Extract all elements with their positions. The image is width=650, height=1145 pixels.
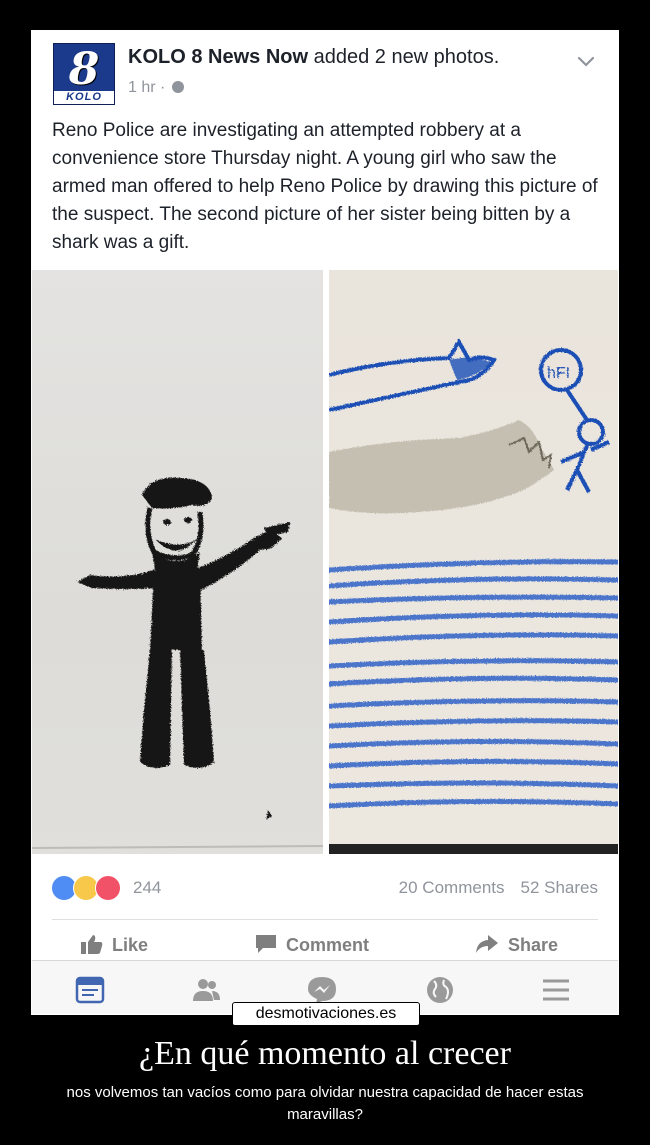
- caption-title: ¿En qué momento al crecer: [139, 1035, 511, 1072]
- drawing-label-text: hFI: [547, 365, 570, 382]
- share-arrow-icon: [476, 935, 498, 953]
- reaction-count[interactable]: 244: [133, 878, 161, 898]
- share-label: Share: [508, 935, 559, 955]
- comment-bubble-icon: [256, 935, 276, 953]
- shares-count-link[interactable]: 52 Shares: [521, 878, 599, 897]
- time-text[interactable]: 1 hr: [128, 79, 156, 96]
- site-watermark[interactable]: desmotivaciones.es: [232, 1002, 420, 1026]
- love-reaction-icon: [95, 875, 121, 901]
- suspect-drawing-image: [32, 477, 323, 849]
- globe-privacy-icon: [171, 81, 184, 93]
- post-timestamp: 1 hr ·: [128, 79, 184, 97]
- menu-icon[interactable]: [540, 975, 572, 1005]
- suspect-drawing-photo[interactable]: [32, 270, 323, 854]
- like-button[interactable]: Like: [80, 933, 148, 956]
- share-button[interactable]: Share: [474, 933, 558, 956]
- time-separator: ·: [155, 79, 170, 96]
- post-author-line: KOLO 8 News Now added 2 new photos.: [128, 46, 499, 69]
- kolo-8-logo[interactable]: 8 KOLO: [53, 43, 115, 105]
- reaction-icons[interactable]: [51, 875, 123, 901]
- post-body-text: Reno Police are investigating an attempt…: [52, 120, 598, 253]
- chevron-down-icon[interactable]: [576, 51, 596, 71]
- comment-button[interactable]: Comment: [254, 933, 369, 956]
- post-header: 8 KOLO KOLO 8 News Now added 2 new photo…: [32, 31, 618, 116]
- comments-count-link[interactable]: 20 Comments: [399, 878, 505, 897]
- page-name-link[interactable]: KOLO 8 News Now: [128, 46, 308, 68]
- actions-divider: [52, 919, 598, 920]
- comment-label: Comment: [286, 935, 370, 955]
- facebook-post-frame: 8 KOLO KOLO 8 News Now added 2 new photo…: [31, 30, 619, 1015]
- news-feed-icon[interactable]: [74, 975, 106, 1005]
- shark-drawing-image: hFI: [329, 338, 618, 854]
- comment-share-counts: 20 Comments 52 Shares: [399, 878, 598, 898]
- caption-subtitle: nos volvemos tan vacíos como para olvida…: [66, 1084, 584, 1123]
- post-action-text: added 2 new photos.: [308, 46, 500, 68]
- logo-number: 8: [68, 44, 100, 95]
- logo-callsign: KOLO: [54, 91, 114, 104]
- shark-drawing-photo[interactable]: hFI: [329, 270, 618, 854]
- reactions-summary: 244 20 Comments 52 Shares: [32, 866, 618, 916]
- friends-icon[interactable]: [190, 975, 222, 1005]
- like-label: Like: [112, 935, 149, 955]
- globe-icon[interactable]: [424, 975, 456, 1005]
- thumbs-up-icon: [81, 935, 103, 954]
- messenger-icon[interactable]: [306, 975, 338, 1005]
